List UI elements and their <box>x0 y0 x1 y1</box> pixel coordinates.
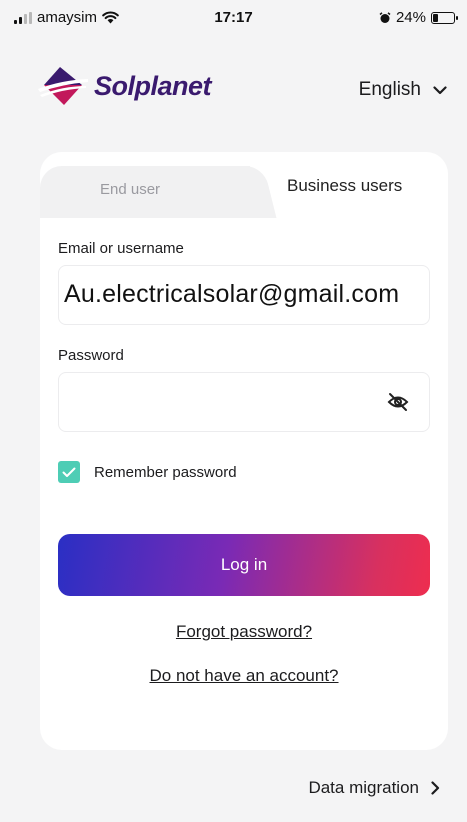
language-label: English <box>358 79 421 100</box>
tab-end-user-label[interactable]: End user <box>100 181 160 198</box>
forgot-password-link[interactable]: Forgot password? <box>176 622 312 641</box>
no-account-row: Do not have an account? <box>40 666 448 686</box>
forgot-password-row: Forgot password? <box>40 622 448 642</box>
remember-checkbox[interactable] <box>58 461 80 483</box>
brand-logo: Solplanet <box>38 67 212 105</box>
check-icon <box>62 467 76 477</box>
alarm-icon <box>379 11 391 23</box>
email-field[interactable]: Au.electricalsolar@gmail.com <box>58 265 430 325</box>
login-card: End user Business users Email or usernam… <box>40 152 448 750</box>
no-account-link[interactable]: Do not have an account? <box>149 666 338 685</box>
tab-business-users[interactable]: Business users <box>287 176 402 196</box>
battery-percent: 24% <box>395 9 426 26</box>
email-value: Au.electricalsolar@gmail.com <box>64 280 400 308</box>
status-bar: amaysim 17:17 24% <box>0 0 467 36</box>
email-label: Email or username <box>58 240 184 257</box>
data-migration-link[interactable]: Data migration <box>308 778 440 798</box>
remember-label: Remember password <box>94 463 237 481</box>
remember-password[interactable]: Remember password <box>58 461 237 483</box>
brand-name: Solplanet <box>94 70 212 101</box>
solplanet-logo-icon <box>38 67 88 105</box>
chevron-down-icon <box>433 85 447 94</box>
eye-off-icon[interactable] <box>387 392 409 412</box>
language-selector[interactable]: English <box>359 79 447 101</box>
password-label: Password <box>58 347 124 364</box>
chevron-right-icon <box>431 781 440 795</box>
data-migration-label: Data migration <box>308 778 419 797</box>
login-button[interactable]: Log in <box>58 534 430 596</box>
battery-icon <box>431 11 458 24</box>
password-field[interactable] <box>58 372 430 432</box>
status-right: 24% <box>379 9 458 26</box>
